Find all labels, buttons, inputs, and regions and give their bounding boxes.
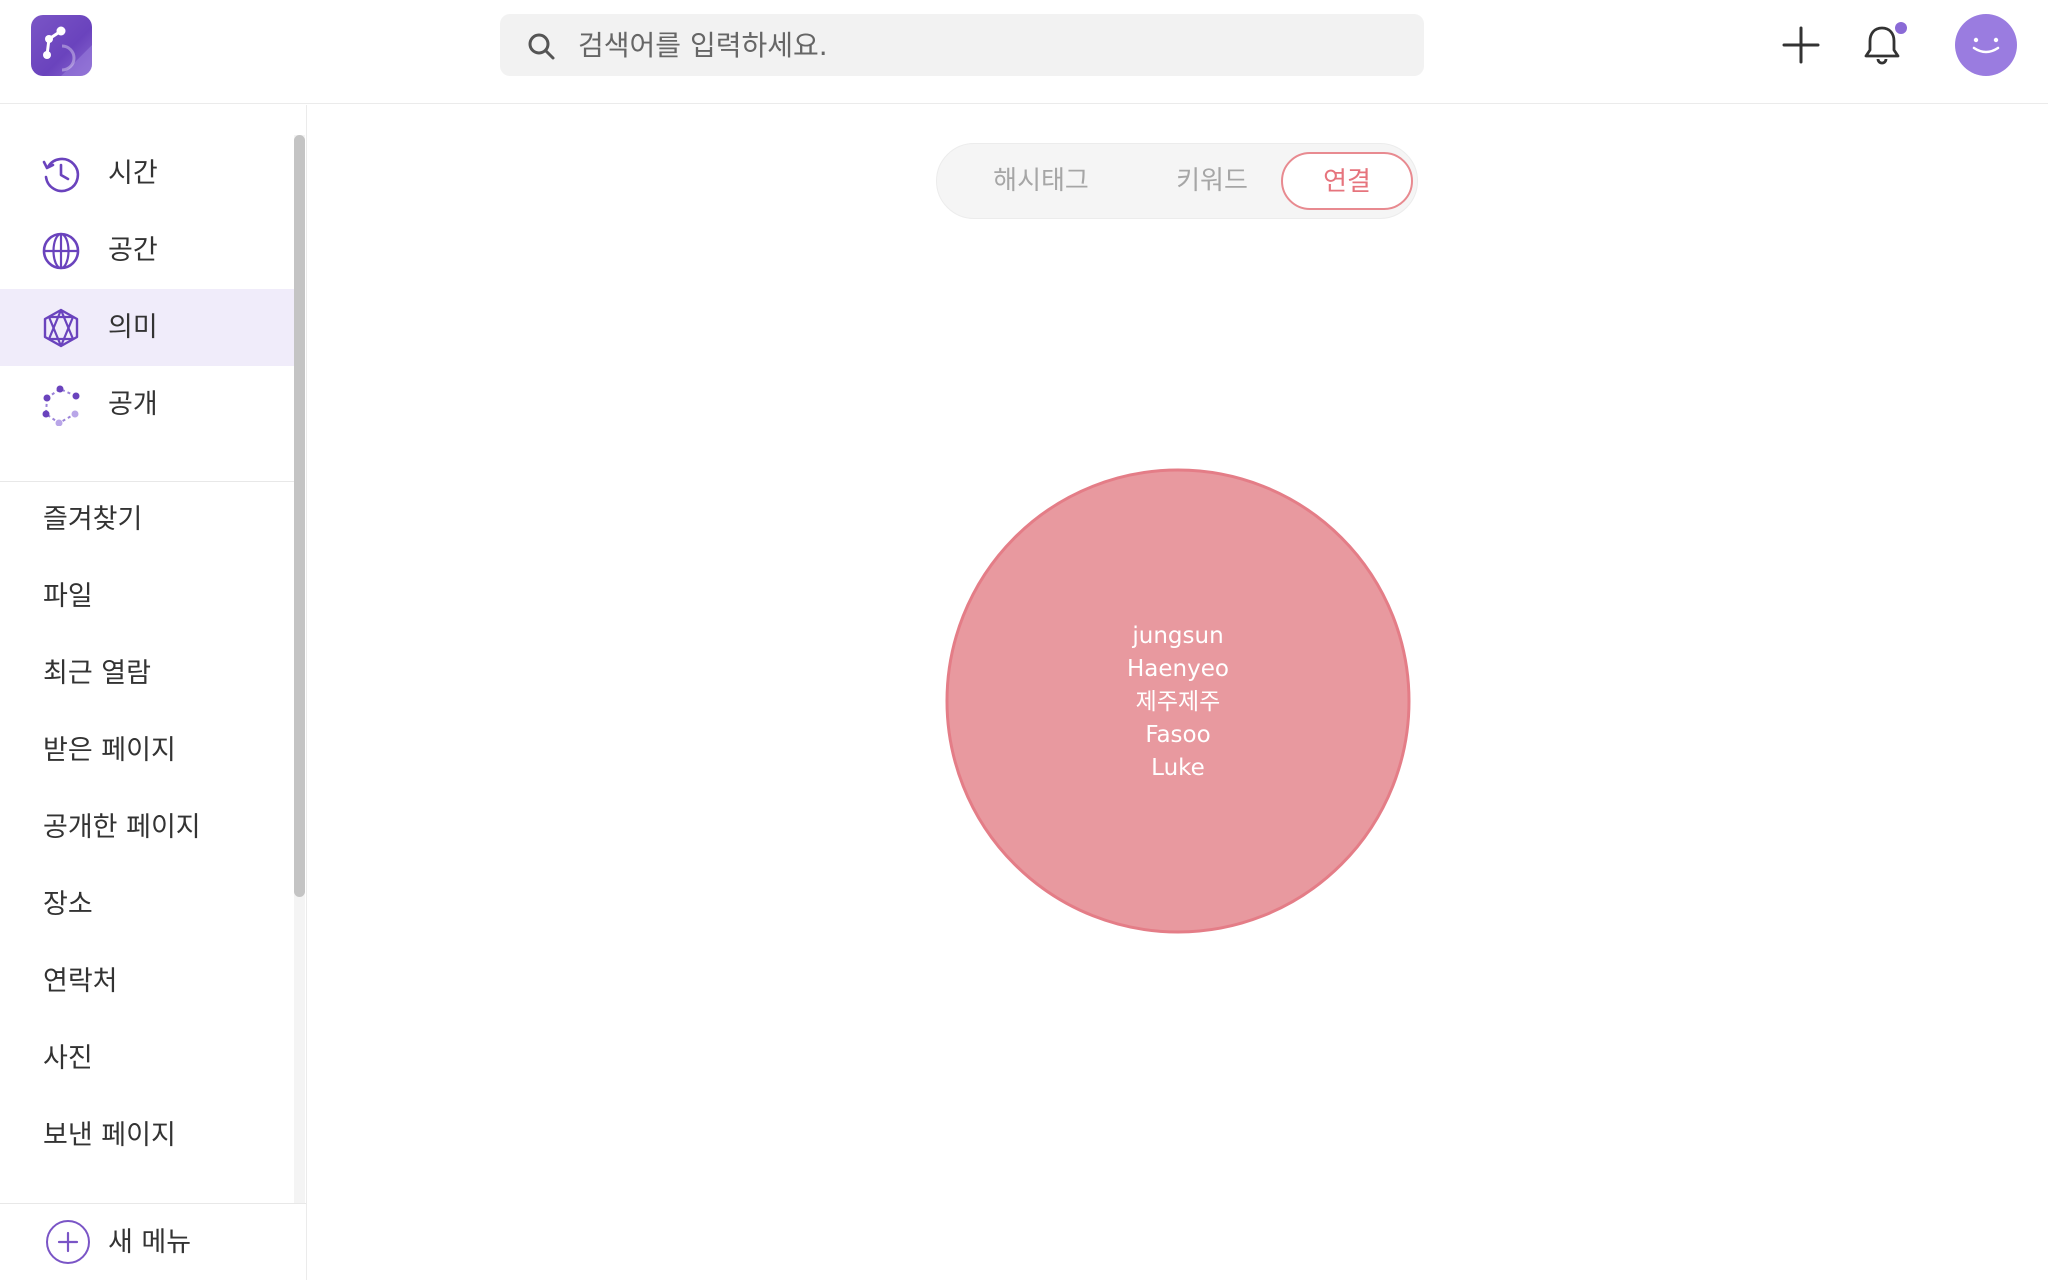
menu-item-label: 공개한 페이지 <box>43 812 201 843</box>
sidebar-menu-sent[interactable]: 보낸 페이지 <box>0 1097 296 1174</box>
tab-hashtag[interactable]: 해시태그 <box>965 144 1117 218</box>
sidebar-menu-places[interactable]: 장소 <box>0 866 296 943</box>
add-button[interactable] <box>1781 25 1821 65</box>
view-toggle: 해시태그 키워드 연결 <box>936 143 1418 219</box>
smiley-avatar-icon <box>1972 37 2000 54</box>
search-input[interactable] <box>578 14 1398 76</box>
tab-keyword[interactable]: 키워드 <box>1137 144 1287 218</box>
connection-graph: jungsun Haenyeo 제주제주 Fasoo Luke <box>945 468 1411 934</box>
search-icon <box>528 33 555 60</box>
connection-bubble[interactable] <box>945 468 1411 934</box>
sidebar-menu-files[interactable]: 파일 <box>0 558 296 635</box>
menu-item-label: 장소 <box>43 889 93 920</box>
meaning-star-icon <box>43 308 79 348</box>
sidebar-item-label: 의미 <box>108 312 158 343</box>
plus-circle-icon <box>46 1220 90 1264</box>
bubble-node-label: 제주제주 <box>1136 689 1221 715</box>
menu-item-label: 받은 페이지 <box>43 735 176 766</box>
sidebar-item-public[interactable]: 공개 <box>0 366 296 443</box>
menu-item-label: 사진 <box>43 1043 93 1074</box>
history-clock-icon <box>42 157 80 193</box>
sidebar-menu-contacts[interactable]: 연락처 <box>0 943 296 1020</box>
sidebar-menu-favorites[interactable]: 즐겨찾기 <box>0 481 296 558</box>
sidebar-item-label: 공개 <box>108 389 158 420</box>
bubble-node-label: Haenyeo <box>1127 656 1229 682</box>
bubble-node-label: Fasoo <box>1145 722 1210 748</box>
sidebar-scrollbar[interactable] <box>294 135 305 897</box>
menu-item-label: 파일 <box>43 581 93 612</box>
search-bar[interactable] <box>500 14 1424 76</box>
sidebar-menu-shared[interactable]: 공개한 페이지 <box>0 789 296 866</box>
bubble-node-label: jungsun <box>1131 623 1223 649</box>
menu-item-label: 최근 열람 <box>43 658 151 689</box>
new-menu-button[interactable]: 새 메뉴 <box>0 1203 306 1280</box>
sidebar-item-space[interactable]: 공간 <box>0 212 296 289</box>
menu-item-label: 보낸 페이지 <box>43 1120 176 1151</box>
notification-badge <box>1895 22 1907 34</box>
share-network-icon <box>42 385 80 426</box>
new-menu-label: 새 메뉴 <box>108 1227 192 1258</box>
menu-item-label: 연락처 <box>43 966 118 997</box>
sidebar-menu-received[interactable]: 받은 페이지 <box>0 712 296 789</box>
menu-item-label: 즐겨찾기 <box>43 504 143 535</box>
sidebar-item-label: 공간 <box>108 235 158 266</box>
sidebar-item-meaning[interactable]: 의미 <box>0 289 296 366</box>
globe-icon <box>42 232 80 270</box>
app-logo[interactable] <box>31 15 92 76</box>
sidebar: 시간 공간 의미 공개 즐겨찾기 파일 최근 열람 받은 페이지 공개한 페이지… <box>0 105 307 1280</box>
avatar[interactable] <box>1955 14 2017 76</box>
bubble-node-label: Luke <box>1151 755 1205 781</box>
main-content: 해시태그 키워드 연결 jungsun Haenyeo 제주제주 Fasoo Luke <box>308 105 2048 1280</box>
sidebar-item-label: 시간 <box>108 158 158 189</box>
sidebar-item-time[interactable]: 시간 <box>0 135 296 212</box>
sidebar-menu-photos[interactable]: 사진 <box>0 1020 296 1097</box>
sidebar-menu-recent[interactable]: 최근 열람 <box>0 635 296 712</box>
tab-connection[interactable]: 연결 <box>1281 152 1413 210</box>
top-bar <box>0 0 2048 104</box>
